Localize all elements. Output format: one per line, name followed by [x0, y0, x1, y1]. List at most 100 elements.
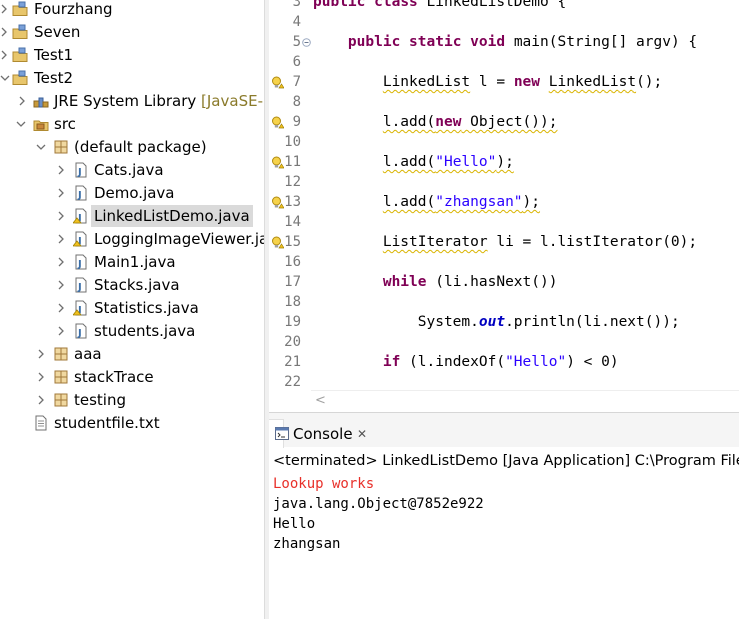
source-folder-icon: [33, 116, 49, 132]
chevron-right-icon[interactable]: [37, 343, 49, 365]
chevron-right-icon[interactable]: [0, 0, 12, 20]
console-tab-bar: Console ✕: [269, 413, 739, 448]
project-icon: [12, 24, 28, 40]
chevron-right-icon[interactable]: [57, 297, 69, 319]
package-icon: [53, 369, 69, 385]
console-output-line: Hello: [273, 516, 316, 532]
scroll-left-arrow-icon[interactable]: <: [315, 393, 326, 409]
java-file-icon: J: [73, 185, 89, 201]
line-number-ruler: 3 4 5 6 7 8 9 10 11 12 13 14 15 16 17 18…: [269, 0, 311, 390]
chevron-down-icon[interactable]: [36, 136, 48, 158]
code-line[interactable]: public class LinkedListDemo {: [313, 0, 566, 12]
chevron-right-icon[interactable]: [18, 90, 30, 112]
close-icon[interactable]: ✕: [357, 420, 367, 448]
svg-text:J: J: [77, 328, 82, 339]
code-line[interactable]: l.add(new Object());: [313, 112, 558, 132]
project-icon: [12, 1, 28, 17]
line-number: 17: [284, 274, 301, 290]
java-file-icon: J: [72, 300, 89, 316]
chevron-right-icon[interactable]: [57, 228, 69, 250]
java-file-icon: J: [73, 323, 89, 339]
code-editor[interactable]: 3 4 5 6 7 8 9 10 11 12 13 14 15 16 17 18…: [269, 0, 739, 410]
tree-item-label: testing: [74, 391, 127, 409]
tree-item-label: students.java: [94, 322, 196, 340]
tree-item-label: studentfile.txt: [54, 414, 160, 432]
code-line[interactable]: l.add("zhangsan");: [313, 192, 540, 212]
library-decoration: [JavaSE-1: [201, 92, 264, 110]
line-number: 5: [292, 34, 301, 50]
code-line[interactable]: l.add("Hello");: [313, 152, 514, 172]
chevron-right-icon[interactable]: [57, 159, 69, 181]
tree-item-label: aaa: [74, 345, 102, 363]
console-icon: [275, 427, 289, 440]
chevron-right-icon[interactable]: [57, 251, 69, 273]
horizontal-scrollbar[interactable]: <: [311, 390, 739, 410]
code-line[interactable]: LinkedList l = new LinkedList();: [313, 72, 662, 92]
chevron-right-icon[interactable]: [0, 44, 12, 66]
project-icon: [12, 70, 28, 86]
console-output[interactable]: Lookup works java.lang.Object@7852e922 Hel…: [273, 474, 484, 554]
line-number: 20: [284, 334, 301, 350]
tree-item-label: (default package): [74, 138, 207, 156]
tree-item-label: Fourzhang: [34, 0, 113, 18]
code-line[interactable]: if (l.indexOf("Hello") < 0): [313, 352, 619, 372]
tree-item-label: Demo.java: [94, 184, 175, 202]
project-icon: [12, 47, 28, 63]
code-text-area[interactable]: public class LinkedListDemo { public sta…: [311, 0, 739, 390]
console-output-line: Lookup works: [273, 476, 375, 492]
java-file-icon: J: [73, 254, 89, 270]
package-explorer: Fourzhang Seven Test1 Test2 JRE System L…: [0, 0, 264, 619]
library-icon: [33, 93, 49, 109]
svg-text:J: J: [77, 190, 82, 201]
code-line[interactable]: while (li.hasNext()): [313, 272, 558, 292]
fold-collapse-icon[interactable]: [302, 38, 311, 47]
svg-text:J: J: [77, 167, 82, 178]
line-number: 18: [284, 294, 301, 310]
chevron-right-icon[interactable]: [57, 182, 69, 204]
tab-console[interactable]: Console ✕: [269, 419, 367, 448]
line-number: 16: [284, 254, 301, 270]
console-process-status: <terminated> LinkedListDemo [Java Applic…: [273, 453, 739, 469]
warning-lightbulb-icon[interactable]: [271, 76, 284, 89]
line-number: 6: [292, 54, 301, 70]
chevron-right-icon[interactable]: [57, 274, 69, 296]
chevron-right-icon[interactable]: [0, 21, 12, 43]
svg-text:J: J: [77, 259, 82, 270]
console-view: Console ✕ <terminated> LinkedListDemo [J…: [269, 412, 739, 620]
line-number: 10: [284, 134, 301, 150]
java-file-icon: J: [72, 208, 89, 224]
line-number: 22: [284, 374, 301, 390]
tree-item-label: Test2: [34, 69, 74, 87]
tree-item-label: Main1.java: [94, 253, 176, 271]
line-number: 12: [284, 174, 301, 190]
warning-lightbulb-icon[interactable]: [271, 156, 284, 169]
code-line[interactable]: ListIterator li = l.listIterator(0);: [313, 232, 697, 252]
console-output-line: zhangsan: [273, 536, 341, 552]
warning-lightbulb-icon[interactable]: [271, 196, 284, 209]
chevron-right-icon[interactable]: [37, 366, 49, 388]
tree-item-label: src: [54, 115, 76, 133]
line-number: 21: [284, 354, 301, 370]
tree-item-label: Seven: [34, 23, 81, 41]
tree-item-label: Test1: [34, 46, 74, 64]
java-file-icon: J: [72, 231, 89, 247]
svg-text:J: J: [77, 282, 82, 293]
tree-item-label: Cats.java: [94, 161, 164, 179]
tree-item-label: LoggingImageViewer.ja: [94, 230, 264, 248]
chevron-right-icon[interactable]: [37, 389, 49, 411]
package-icon: [53, 139, 69, 155]
warning-lightbulb-icon[interactable]: [271, 236, 284, 249]
chevron-right-icon[interactable]: [57, 320, 69, 342]
code-line[interactable]: System.out.println(li.next());: [313, 312, 680, 332]
console-tab-label: Console: [293, 425, 353, 443]
java-file-icon: J: [73, 277, 89, 293]
tree-item-label: Stacks.java: [94, 276, 180, 294]
tree-item-label: JRE System Library: [54, 92, 197, 110]
chevron-right-icon[interactable]: [57, 205, 69, 227]
warning-lightbulb-icon[interactable]: [271, 116, 284, 129]
chevron-down-icon[interactable]: [16, 113, 28, 135]
chevron-down-icon[interactable]: [0, 67, 12, 89]
line-number: 8: [292, 94, 301, 110]
code-line[interactable]: public static void main(String[] argv) {: [313, 32, 697, 52]
line-number: 14: [284, 214, 301, 230]
